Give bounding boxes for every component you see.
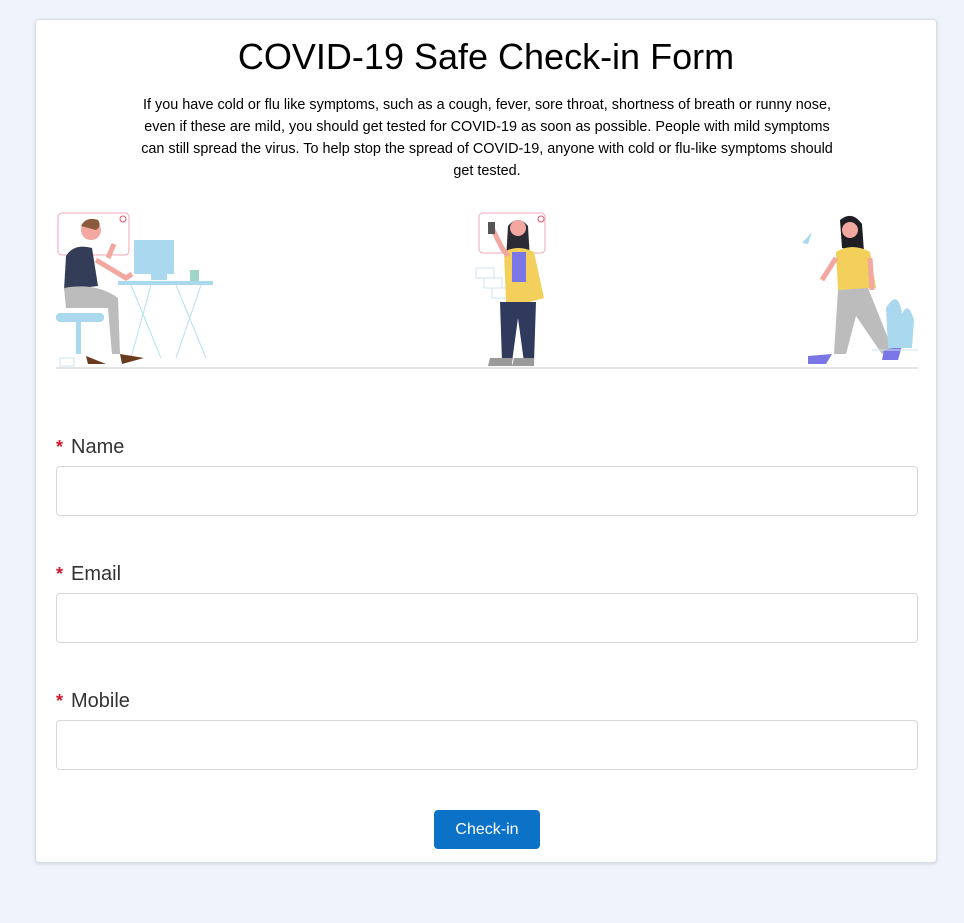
form-title: COVID-19 Safe Check-in Form <box>237 36 735 77</box>
email-input[interactable] <box>56 593 918 643</box>
name-input[interactable] <box>56 466 918 516</box>
required-marker: * <box>56 691 64 711</box>
woman-with-phone-illustration <box>475 212 546 366</box>
mobile-label: * Mobile <box>56 690 130 713</box>
checkin-form-card: COVID-19 Safe Check-in Form If you have … <box>35 19 937 863</box>
walking-woman-illustration <box>802 215 918 364</box>
check-in-button[interactable]: Check-in <box>434 810 540 849</box>
required-marker: * <box>56 437 64 457</box>
name-label-text: Name <box>71 436 125 458</box>
email-label-text: Email <box>71 563 122 585</box>
form-intro-text: If you have cold or flu like symptoms, s… <box>141 97 833 179</box>
person-at-desk-illustration <box>56 212 213 367</box>
header-illustration <box>56 212 918 369</box>
mobile-label-text: Mobile <box>71 690 130 712</box>
required-marker: * <box>56 564 64 584</box>
mobile-input[interactable] <box>56 720 918 770</box>
name-label: * Name <box>56 436 124 459</box>
email-label: * Email <box>56 563 121 586</box>
